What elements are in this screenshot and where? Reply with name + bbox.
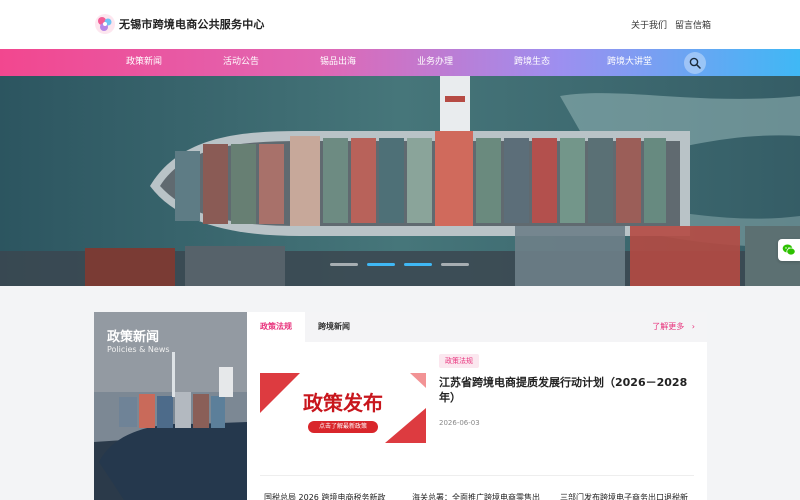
search-button[interactable] [684,52,706,74]
divider [260,475,694,476]
main-nav: 政策新闻 活动公告 锡品出海 业务办理 跨境生态 跨境大讲堂 [0,49,800,76]
wechat-icon [782,244,796,256]
news-item-3[interactable]: 三部门发布跨境电子商务出口退税新 [560,492,688,500]
nav-item-policy-news[interactable]: 政策新闻 [126,49,162,76]
carousel-dot[interactable] [441,263,469,266]
panel-subtitle: Policies & News [107,345,170,354]
news-tabs: 政策法规 跨境新闻 了解更多 › [247,312,707,342]
nav-item-business[interactable]: 业务办理 [417,49,453,76]
featured-news-date: 2026-06-03 [439,419,480,427]
panel-title: 政策新闻 [107,330,160,345]
news-list-panel: 政策法规 跨境新闻 了解更多 › 政策发布 点击了解最新政策 政策法规 江苏省跨… [247,312,707,500]
nav-item-lecture[interactable]: 跨境大讲堂 [607,49,652,76]
banner-main-text: 政策发布 [303,391,383,415]
banner-sub-text: 点击了解最新政策 [318,423,367,430]
chevron-right-icon: › [691,322,695,331]
carousel-dot[interactable] [330,263,358,266]
tab-cross-border-news[interactable]: 跨境新闻 [305,312,363,342]
learn-more-link[interactable]: 了解更多 › [652,312,695,342]
site-header: 无锡市跨境电商公共服务中心 关于我们 留言信箱 [0,0,800,49]
message-box-link[interactable]: 留言信箱 [675,18,711,31]
logo-icon[interactable] [94,13,116,35]
wechat-float-button[interactable] [778,239,800,261]
policy-news-panel[interactable]: 政策新闻 Policies & News [94,312,247,500]
site-title[interactable]: 无锡市跨境电商公共服务中心 [119,16,265,32]
search-icon [689,57,701,69]
nav-item-events[interactable]: 活动公告 [223,49,259,76]
featured-news-title[interactable]: 江苏省跨境电商提质发展行动计划（2026－2028年） [439,375,699,405]
nav-item-ecosystem[interactable]: 跨境生态 [514,49,550,76]
about-us-link[interactable]: 关于我们 [631,18,667,31]
news-item-2[interactable]: 海关总署：全面推广跨境电商零售出 [412,492,540,500]
featured-news-image[interactable]: 政策发布 点击了解最新政策 [260,373,426,443]
nav-item-products-overseas[interactable]: 锡品出海 [320,49,356,76]
carousel-dot[interactable] [404,263,432,266]
news-item-1[interactable]: 国税总局 2026 跨境电商税务新政 [264,492,385,500]
carousel-dot-active[interactable] [367,263,395,266]
hero-banner[interactable] [0,76,800,286]
cargo-ship-image [0,76,800,286]
learn-more-label: 了解更多 [652,322,685,331]
tab-policy-regulations[interactable]: 政策法规 [247,312,305,342]
news-category-tag: 政策法规 [439,354,479,368]
